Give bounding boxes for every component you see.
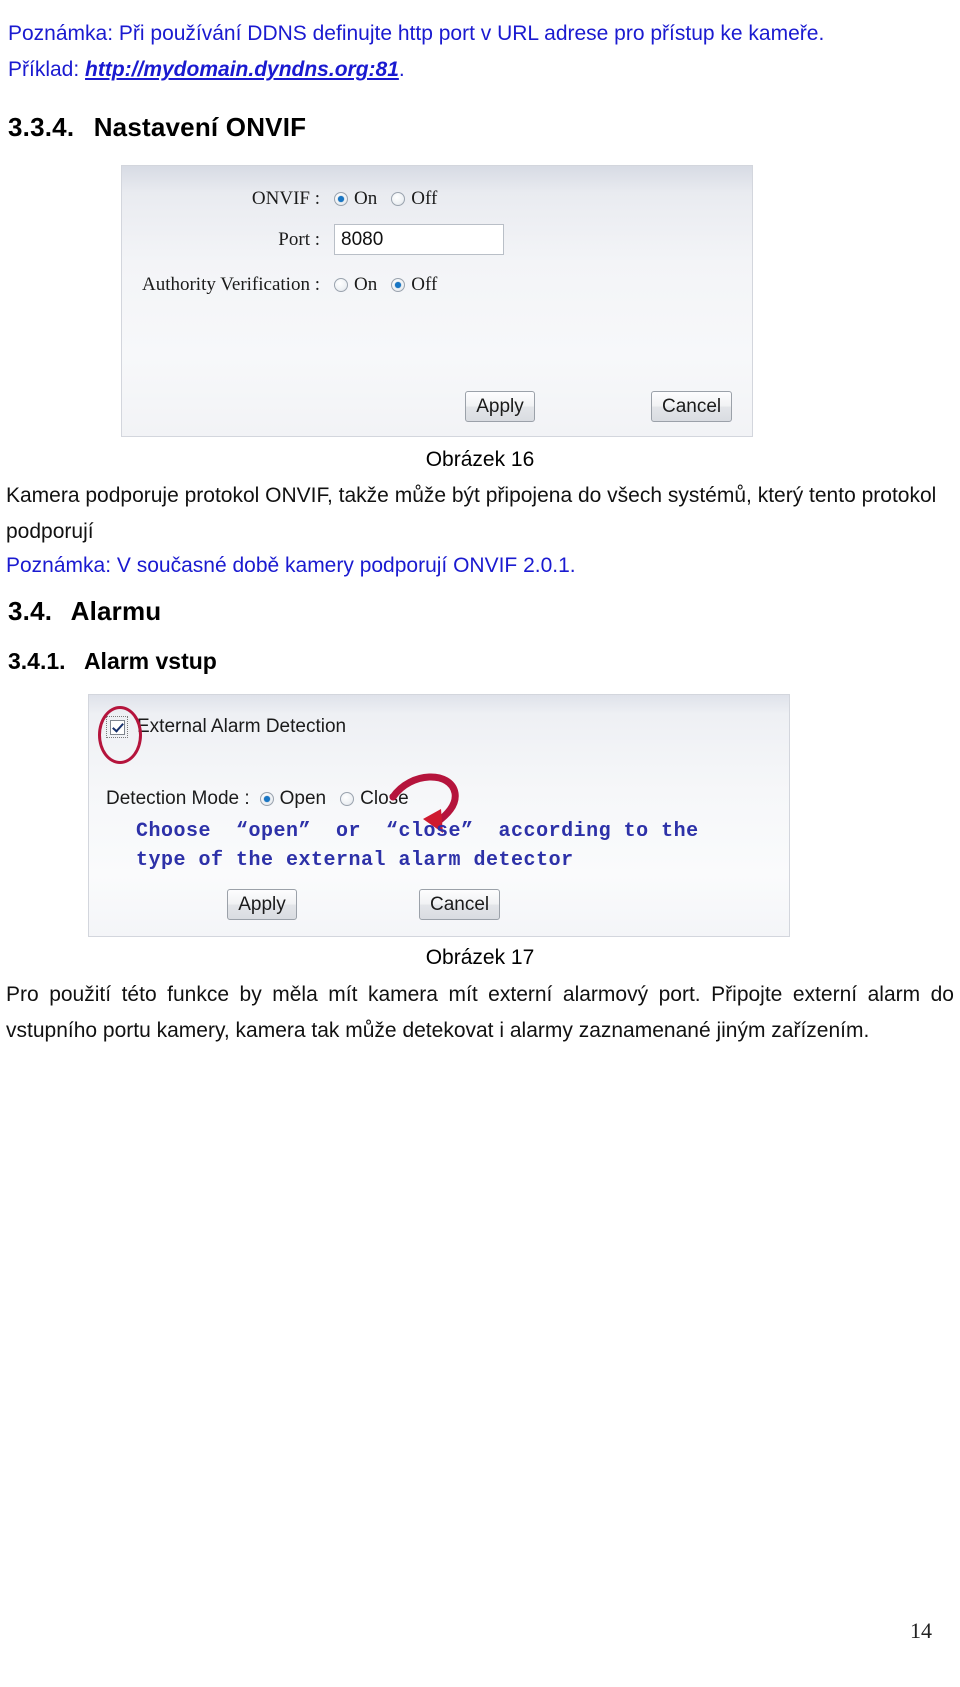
figure-16: ONVIF : On Off Port : Authority Verifica… bbox=[121, 165, 753, 437]
ddns-note-period: . bbox=[398, 58, 405, 81]
alarm-apply-button[interactable]: Apply bbox=[227, 889, 297, 920]
heading-3-4-1: 3.4.1. Alarm vstup bbox=[8, 648, 217, 675]
detection-mode-open-label[interactable]: Open bbox=[280, 788, 326, 810]
detection-mode-label: Detection Mode : bbox=[106, 788, 250, 809]
onvif-label: ONVIF : bbox=[251, 188, 320, 209]
page-number: 14 bbox=[910, 1618, 932, 1643]
ddns-note-example-label: Příklad: bbox=[8, 58, 86, 81]
caption-figure-17: Obrázek 17 bbox=[425, 946, 535, 969]
external-alarm-detection-row: External Alarm Detection bbox=[106, 716, 346, 738]
onvif-on-label[interactable]: On bbox=[354, 188, 377, 210]
document-page: Poznámka: Při používání DDNS definujte h… bbox=[0, 0, 960, 1687]
authority-on-radio[interactable] bbox=[334, 278, 348, 292]
checkmark-icon bbox=[109, 719, 125, 735]
figure-17: External Alarm Detection Detection Mode … bbox=[88, 694, 790, 937]
detection-mode-row: Detection Mode : Open Close bbox=[106, 788, 423, 810]
paragraph-onvif: Kamera podporuje protokol ONVIF, takže m… bbox=[6, 484, 937, 543]
external-alarm-detection-label: External Alarm Detection bbox=[137, 716, 347, 737]
onvif-settings-panel: ONVIF : On Off Port : Authority Verifica… bbox=[121, 165, 753, 437]
ddns-note-line-1: Poznámka: Při používání DDNS definujte h… bbox=[8, 22, 825, 45]
onvif-apply-button[interactable]: Apply bbox=[465, 391, 535, 422]
ddns-note: Poznámka: Při používání DDNS definujte h… bbox=[8, 16, 952, 88]
onvif-cancel-button[interactable]: Cancel bbox=[651, 391, 733, 422]
authority-verification-row: Authority Verification : On Off bbox=[122, 274, 562, 296]
onvif-off-label[interactable]: Off bbox=[411, 188, 437, 210]
caption-figure-16: Obrázek 16 bbox=[425, 448, 535, 471]
onvif-on-radio[interactable] bbox=[334, 192, 348, 206]
authority-off-radio[interactable] bbox=[391, 278, 406, 292]
detection-mode-close-label[interactable]: Close bbox=[360, 788, 409, 810]
ddns-example-link[interactable]: http://mydomain.dyndns.org:81 bbox=[85, 58, 399, 81]
onvif-port-input[interactable] bbox=[334, 224, 504, 255]
heading-3-4-1-title: Alarm vstup bbox=[83, 648, 217, 674]
onvif-enable-row: ONVIF : On Off bbox=[122, 188, 522, 210]
alarm-input-panel: External Alarm Detection Detection Mode … bbox=[88, 694, 790, 937]
onvif-port-row: Port : bbox=[122, 224, 562, 255]
authority-verification-label: Authority Verification : bbox=[141, 274, 320, 295]
onvif-off-radio[interactable] bbox=[391, 192, 406, 206]
heading-3-3-4-number: 3.3.4. bbox=[8, 112, 75, 142]
heading-3-4-title: Alarmu bbox=[70, 596, 162, 626]
detection-mode-open-radio[interactable] bbox=[259, 792, 274, 806]
alarm-cancel-button[interactable]: Cancel bbox=[419, 889, 501, 920]
heading-3-3-4-title: Nastavení ONVIF bbox=[93, 112, 307, 142]
heading-3-4: 3.4. Alarmu bbox=[8, 596, 161, 627]
annotation-text-line-2: type of the external alarm detector bbox=[136, 849, 574, 872]
onvif-port-label: Port : bbox=[278, 228, 320, 250]
note-onvif-version: Poznámka: V současné době kamery podporu… bbox=[6, 554, 576, 577]
ddns-note-line-2: Příklad: http://mydomain.dyndns.org:81. bbox=[8, 52, 952, 88]
annotation-text-line-1: Choose “open” or “close” according to th… bbox=[136, 820, 699, 843]
heading-3-3-4: 3.3.4. Nastavení ONVIF bbox=[8, 112, 306, 143]
paragraph-alarm: Pro použití této funkce by měla mít kame… bbox=[6, 983, 954, 1042]
detection-mode-close-radio[interactable] bbox=[340, 792, 355, 806]
authority-on-label[interactable]: On bbox=[354, 274, 377, 296]
heading-3-4-1-number: 3.4.1. bbox=[8, 648, 66, 674]
heading-3-4-number: 3.4. bbox=[8, 596, 53, 626]
authority-off-label[interactable]: Off bbox=[411, 274, 437, 296]
external-alarm-detection-checkbox[interactable] bbox=[106, 716, 128, 738]
